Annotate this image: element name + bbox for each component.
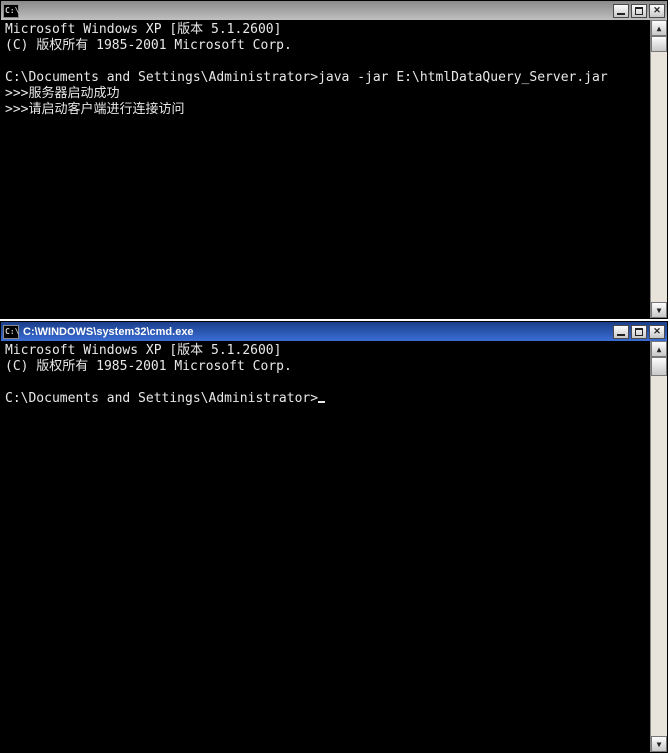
scroll-track-1[interactable] — [651, 36, 667, 302]
cmd-window-2: C:\ C:\WINDOWS\system32\cmd.exe Microsof… — [0, 321, 668, 753]
titlebar-2[interactable]: C:\ C:\WINDOWS\system32\cmd.exe — [1, 322, 667, 341]
minimize-button[interactable] — [613, 325, 629, 339]
scrollbar-2: ▲ ▼ — [650, 341, 667, 752]
maximize-button[interactable] — [631, 4, 647, 18]
scroll-thumb-1[interactable] — [651, 36, 667, 52]
cmd-window-1: C:\ Microsoft Windows XP [版本 5.1.2600] (… — [0, 0, 668, 319]
cursor — [318, 401, 325, 403]
scroll-down-button[interactable]: ▼ — [651, 736, 667, 752]
scroll-down-button[interactable]: ▼ — [651, 302, 667, 318]
client-area-2: Microsoft Windows XP [版本 5.1.2600] (C) 版… — [1, 341, 667, 752]
scroll-track-2[interactable] — [651, 357, 667, 736]
minimize-button[interactable] — [613, 4, 629, 18]
close-button[interactable] — [649, 4, 665, 18]
window-title-2: C:\WINDOWS\system32\cmd.exe — [23, 326, 194, 338]
titlebar-1[interactable]: C:\ — [1, 1, 667, 20]
maximize-button[interactable] — [631, 325, 647, 339]
client-area-1: Microsoft Windows XP [版本 5.1.2600] (C) 版… — [1, 20, 667, 318]
title-left-1: C:\ — [3, 4, 23, 18]
scroll-up-button[interactable]: ▲ — [651, 20, 667, 36]
cmd-icon: C:\ — [3, 4, 19, 18]
window-buttons-1 — [613, 4, 665, 18]
scroll-up-button[interactable]: ▲ — [651, 341, 667, 357]
terminal-output-1[interactable]: Microsoft Windows XP [版本 5.1.2600] (C) 版… — [1, 20, 650, 318]
scroll-thumb-2[interactable] — [651, 357, 667, 376]
window-buttons-2 — [613, 325, 665, 339]
title-left-2: C:\ C:\WINDOWS\system32\cmd.exe — [3, 325, 194, 339]
scrollbar-1: ▲ ▼ — [650, 20, 667, 318]
cmd-icon: C:\ — [3, 325, 19, 339]
terminal-output-2[interactable]: Microsoft Windows XP [版本 5.1.2600] (C) 版… — [1, 341, 650, 752]
close-button[interactable] — [649, 325, 665, 339]
